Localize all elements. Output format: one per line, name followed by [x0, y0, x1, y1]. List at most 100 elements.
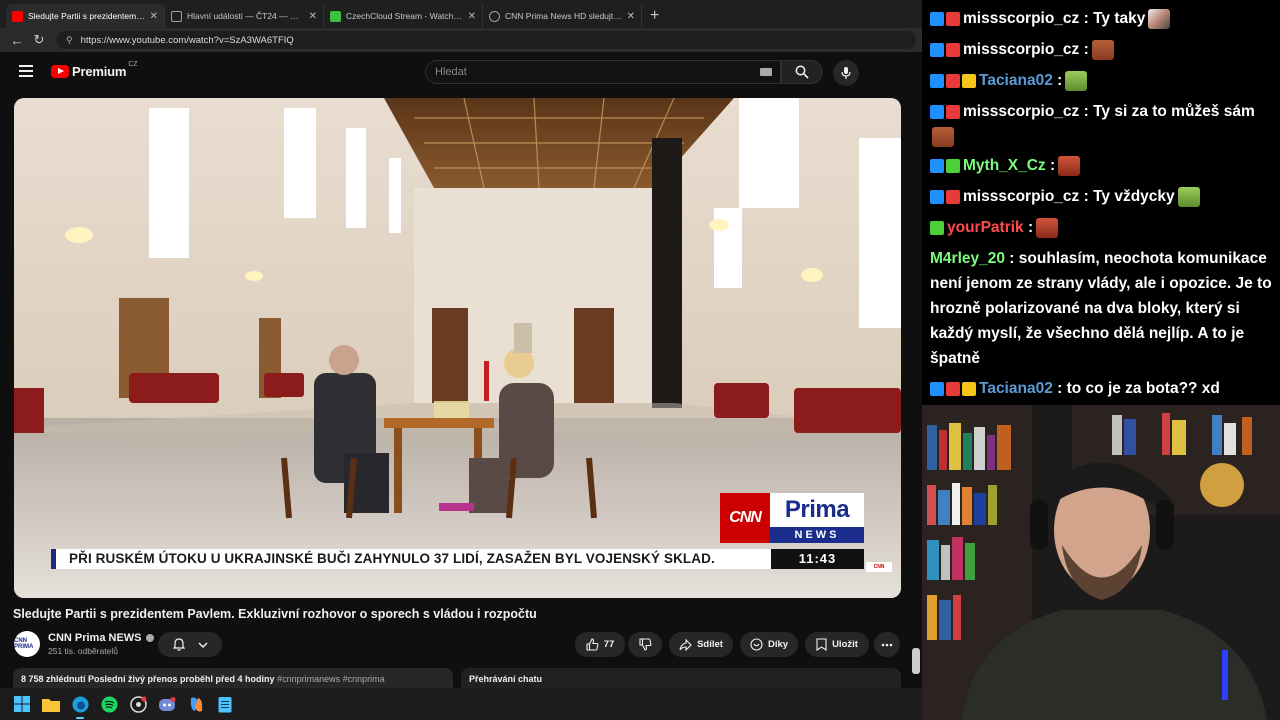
youtube-logo[interactable]: Premium CZ — [51, 61, 138, 79]
close-icon[interactable]: ✕ — [309, 11, 317, 22]
logo-region: CZ — [128, 61, 138, 68]
close-icon[interactable]: ✕ — [468, 11, 476, 22]
video-player[interactable]: CNN Prima NEWS PŘI RUSKÉM ÚTOKU U UKRAJI… — [14, 98, 901, 598]
chat-message: missscorpio_cz : Ty si za to můžeš sám — [930, 99, 1275, 149]
obs-icon[interactable] — [128, 694, 148, 714]
spotify-icon[interactable] — [99, 694, 119, 714]
browser-tab[interactable]: CzechCloud Stream - Watch Live ✕ — [324, 4, 483, 28]
video-description[interactable]: 8 758 zhlédnutí Poslední živý přenos pro… — [13, 668, 453, 688]
tab-label: CNN Prima News HD sledujte onl — [505, 11, 623, 21]
news-logo: NEWS — [770, 527, 864, 543]
share-button[interactable]: Sdílet — [669, 632, 733, 657]
thumbs-up-icon — [586, 638, 599, 651]
tab-label: Hlavní události — ČT24 — Česká — [187, 11, 305, 21]
voice-search-button[interactable] — [833, 60, 859, 86]
subscriber-badge-icon — [946, 42, 960, 57]
channel-name[interactable]: CNN Prima NEWS — [48, 632, 154, 644]
chat-text: : — [1027, 219, 1034, 236]
chat-badges — [930, 381, 976, 396]
like-button[interactable]: 77 — [575, 632, 625, 657]
prime-badge-icon — [930, 189, 944, 204]
view-stats: 8 758 zhlédnutí Poslední živý přenos pro… — [21, 674, 275, 684]
site-info-icon[interactable]: ⚲ — [66, 35, 73, 46]
new-tab-button[interactable]: + — [642, 4, 667, 28]
logo-text: Premium — [72, 64, 127, 79]
browser-tab[interactable]: Hlavní události — ČT24 — Česká ✕ — [165, 4, 324, 28]
subscriber-badge-icon — [946, 381, 960, 396]
chat-badges — [930, 11, 960, 26]
streamer-webcam — [922, 405, 1280, 720]
czechcloud-favicon-icon — [330, 10, 341, 22]
browser-tab[interactable]: CNN Prima News HD sledujte onl ✕ — [483, 4, 642, 28]
url-input[interactable]: ⚲ https://www.youtube.com/watch?v=SzA3WA… — [56, 31, 916, 49]
subscriber-badge-icon — [946, 11, 960, 26]
chat-message: Myth_X_Cz : — [930, 153, 1275, 178]
save-label: Uložit — [832, 639, 858, 650]
news-ticker: PŘI RUSKÉM ÚTOKU U UKRAJINSKÉ BUČI ZAHYN… — [51, 549, 771, 569]
crown-badge-icon — [962, 73, 976, 88]
save-button[interactable]: Uložit — [805, 632, 869, 657]
sub-badge-icon — [930, 220, 944, 235]
chat-replay-header[interactable]: Přehrávání chatu — [461, 668, 901, 688]
discord-icon[interactable] — [157, 694, 177, 714]
chat-message: yourPatrik : — [930, 215, 1275, 240]
cnn-logo: CNN — [720, 493, 770, 543]
page-scrollbar[interactable] — [912, 98, 920, 688]
file-explorer-icon[interactable] — [41, 694, 61, 714]
reload-icon[interactable]: ↻ — [28, 29, 50, 51]
prime-badge-icon — [930, 104, 944, 119]
subscriber-count: 251 tis. odběratelů — [48, 646, 118, 656]
back-arrow-icon[interactable]: ← — [6, 29, 28, 51]
windows-start-icon[interactable] — [12, 694, 32, 714]
menu-icon[interactable] — [19, 65, 33, 77]
notepad-icon[interactable] — [215, 694, 235, 714]
thanks-button[interactable]: Díky — [740, 632, 798, 657]
chat-username: missscorpio_cz — [963, 41, 1080, 58]
subscriber-badge-icon — [946, 73, 960, 88]
windows-taskbar — [0, 688, 922, 720]
dislike-button[interactable] — [628, 632, 662, 657]
thanks-icon — [750, 638, 763, 651]
chat-message: missscorpio_cz : Ty taky — [930, 6, 1275, 31]
prime-badge-icon — [930, 11, 944, 26]
tab-label: CzechCloud Stream - Watch Live — [346, 11, 464, 21]
stream-chat-overlay: missscorpio_cz : Ty taky missscorpio_cz … — [922, 0, 1280, 405]
save-icon — [816, 638, 827, 651]
copilot-icon[interactable] — [186, 694, 206, 714]
url-text: https://www.youtube.com/watch?v=SzA3WA6T… — [80, 34, 294, 46]
frog-emote-icon — [1065, 70, 1088, 91]
video-title: Sledujte Partii s prezidentem Pavlem. Ex… — [13, 607, 537, 621]
chat-username: missscorpio_cz — [963, 10, 1080, 27]
chat-badges — [930, 158, 960, 173]
close-icon[interactable]: ✕ — [627, 11, 635, 22]
subscription-bell-button[interactable] — [158, 632, 222, 657]
search-button[interactable] — [781, 60, 823, 84]
hashtags[interactable]: #cnnprimanews #cnnprima — [277, 674, 385, 684]
keyboard-icon[interactable] — [760, 68, 772, 76]
chat-badges — [930, 42, 960, 57]
chat-username: Myth_X_Cz — [963, 157, 1046, 174]
edge-browser-icon[interactable] — [70, 694, 90, 719]
like-count: 77 — [603, 639, 615, 650]
prime-badge-icon — [930, 73, 944, 88]
channel-avatar[interactable]: CNN PRIMA — [14, 631, 40, 657]
crown-badge-icon — [962, 381, 976, 396]
subscriber-badge-icon — [946, 104, 960, 119]
chat-text: : Ty vždycky — [1083, 188, 1175, 205]
chat-username: missscorpio_cz — [963, 188, 1080, 205]
close-icon[interactable]: ✕ — [150, 11, 158, 22]
chat-text: : — [1083, 41, 1089, 58]
browser-tab[interactable]: Sledujte Partii s prezidentem Pavle ✕ — [6, 4, 165, 28]
thumbs-down-icon — [638, 638, 651, 651]
search-placeholder: Hledat — [435, 66, 467, 78]
chat-username: missscorpio_cz — [963, 103, 1080, 120]
more-actions-button[interactable] — [874, 632, 900, 657]
chat-badges — [930, 189, 960, 204]
scrollbar-thumb[interactable] — [912, 648, 920, 674]
chat-badges — [930, 73, 976, 88]
prime-badge-icon — [930, 42, 944, 57]
search-input[interactable]: Hledat — [425, 60, 781, 84]
chat-message: missscorpio_cz : Ty vždycky — [930, 184, 1275, 209]
page-favicon-icon — [171, 10, 182, 22]
chat-text: : — [1050, 157, 1056, 174]
